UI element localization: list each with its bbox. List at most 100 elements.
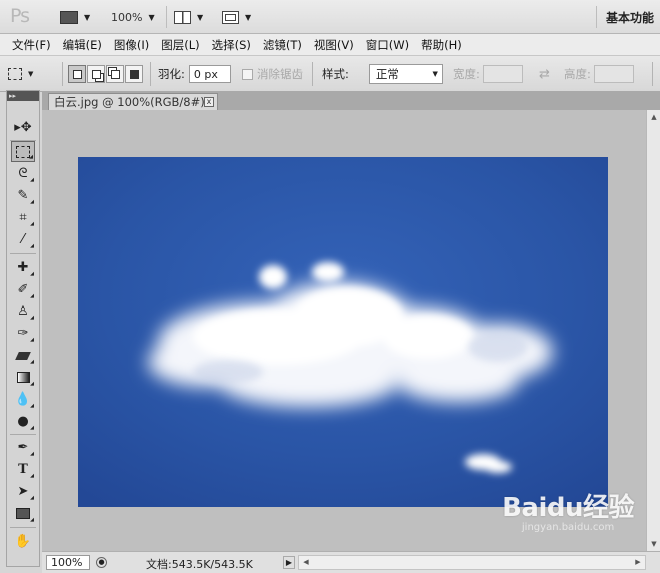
tool-flyout-icon: ◢ bbox=[30, 337, 34, 343]
subtract-selection-icon bbox=[110, 69, 120, 79]
width-input[interactable] bbox=[482, 65, 523, 83]
cloud-image bbox=[78, 157, 608, 507]
horizontal-scrollbar[interactable]: ◀ ▶ bbox=[298, 555, 646, 570]
swap-arrows-icon: ⇄ bbox=[539, 66, 550, 82]
crop-tool[interactable]: ⌗ ◢ bbox=[11, 207, 35, 228]
marquee-tool-icon bbox=[16, 145, 30, 158]
baidu-watermark: Baidu经验 jingyan.baidu.com bbox=[502, 487, 634, 533]
divider bbox=[10, 434, 36, 435]
collapse-panel-icon[interactable]: ▸▸ bbox=[7, 91, 39, 101]
quick-select-icon: ✎ bbox=[17, 188, 29, 203]
clone-stamp-tool[interactable]: ♙ ◢ bbox=[11, 301, 35, 322]
tool-flyout-icon: ◢ bbox=[30, 271, 34, 277]
divider bbox=[10, 253, 36, 254]
menu-window[interactable]: 窗口(W) bbox=[360, 37, 415, 53]
quick-select-tool[interactable]: ✎ ◢ bbox=[11, 185, 35, 206]
menu-edit[interactable]: 编辑(E) bbox=[57, 37, 108, 53]
lasso-icon: ᘓ bbox=[18, 166, 28, 181]
subtract-selection-button[interactable] bbox=[106, 65, 124, 83]
workspace-switcher[interactable]: 基本功能 bbox=[606, 9, 654, 26]
chevron-down-icon: ▼ bbox=[28, 70, 34, 78]
chevron-down-icon: ▼ bbox=[432, 70, 438, 78]
status-info-icon[interactable]: ● bbox=[96, 557, 107, 568]
blur-icon: 💧 bbox=[14, 392, 32, 407]
zoom-level-dropdown[interactable]: 100% ▼ bbox=[111, 8, 155, 26]
cloud-photo bbox=[78, 157, 608, 507]
screen-mode-button[interactable]: ▼ bbox=[222, 8, 251, 26]
brush-tool[interactable]: ✐ ◢ bbox=[11, 279, 35, 300]
add-selection-button[interactable] bbox=[87, 65, 105, 83]
tool-flyout-icon: ◢ bbox=[30, 425, 34, 431]
swap-dimensions-button[interactable]: ⇄ bbox=[539, 56, 550, 92]
feather-input[interactable]: 0 px bbox=[188, 65, 231, 83]
menu-bar: 文件(F) 编辑(E) 图像(I) 图层(L) 选择(S) 滤镜(T) 视图(V… bbox=[0, 34, 660, 56]
menu-help[interactable]: 帮助(H) bbox=[415, 37, 468, 53]
gradient-tool[interactable]: ◢ bbox=[11, 367, 35, 388]
toolbox-panel: ▸▸ ▸✥ ◢ ᘓ ◢ ✎ ◢ ⌗ ◢ ⁄ ◢ ✚ ◢ ✐ ◢ ♙ ◢ ✑ ◢ ◢ ◢ 💧 ◢ ●… bbox=[6, 90, 40, 567]
tool-flyout-icon: ◢ bbox=[30, 199, 34, 205]
scroll-down-icon[interactable]: ▼ bbox=[647, 537, 660, 551]
menu-file[interactable]: 文件(F) bbox=[6, 37, 57, 53]
chevron-down-icon: ▼ bbox=[148, 12, 155, 22]
healing-brush-tool[interactable]: ✚ ◢ bbox=[11, 257, 35, 278]
new-selection-button[interactable] bbox=[68, 65, 86, 83]
antialias-group: 消除锯齿 bbox=[242, 56, 303, 92]
brush-icon: ✐ bbox=[17, 282, 29, 297]
divider bbox=[166, 6, 167, 28]
arrange-documents-button[interactable]: ▼ bbox=[174, 8, 203, 26]
blur-tool[interactable]: 💧 ◢ bbox=[11, 389, 35, 410]
history-brush-tool[interactable]: ✑ ◢ bbox=[11, 323, 35, 344]
scroll-up-icon[interactable]: ▲ bbox=[647, 110, 660, 124]
menu-view[interactable]: 视图(V) bbox=[308, 37, 360, 53]
shape-icon bbox=[16, 508, 30, 519]
close-icon[interactable]: x bbox=[204, 97, 214, 107]
status-menu-arrow-icon[interactable]: ▶ bbox=[283, 556, 295, 569]
menu-filter[interactable]: 滤镜(T) bbox=[257, 37, 308, 53]
hand-tool[interactable]: ✋ bbox=[11, 531, 35, 552]
menu-layer[interactable]: 图层(L) bbox=[155, 37, 205, 53]
mini-bridge-button[interactable]: ▼ bbox=[60, 8, 90, 26]
lasso-tool[interactable]: ᘓ ◢ bbox=[11, 163, 35, 184]
antialias-checkbox[interactable] bbox=[242, 68, 253, 80]
options-bar: ▼ 羽化: 0 px 消除锯齿 样式: 正常 ▼ 宽度: ⇄ 高度: bbox=[0, 56, 660, 92]
scroll-right-icon[interactable]: ▶ bbox=[631, 556, 645, 569]
antialias-label: 消除锯齿 bbox=[257, 67, 303, 81]
move-tool-icon: ▸✥ bbox=[14, 120, 32, 135]
tool-flyout-icon: ◢ bbox=[30, 293, 34, 299]
menu-select[interactable]: 选择(S) bbox=[206, 37, 257, 53]
marquee-preset-icon bbox=[8, 68, 22, 80]
style-select[interactable]: 正常 ▼ bbox=[368, 64, 443, 84]
new-selection-icon bbox=[72, 69, 82, 79]
divider bbox=[652, 62, 653, 86]
status-zoom-field[interactable]: 100% bbox=[46, 555, 90, 570]
chevron-down-icon: ▼ bbox=[84, 12, 91, 22]
document-tab[interactable]: 白云.jpg @ 100%(RGB/8#) x bbox=[48, 93, 218, 110]
dodge-tool[interactable]: ● ◢ bbox=[11, 411, 35, 432]
crop-icon: ⌗ bbox=[19, 210, 27, 225]
marquee-tool[interactable]: ◢ bbox=[11, 141, 35, 162]
tool-flyout-icon: ◢ bbox=[30, 315, 34, 321]
tool-flyout-icon: ◢ bbox=[30, 221, 34, 227]
eraser-tool[interactable]: ◢ bbox=[11, 345, 35, 366]
eyedropper-tool[interactable]: ⁄ ◢ bbox=[11, 229, 35, 250]
tool-flyout-icon: ◢ bbox=[30, 381, 34, 387]
style-value: 正常 bbox=[375, 67, 399, 81]
eyedropper-icon: ⁄ bbox=[21, 232, 25, 247]
scroll-left-icon[interactable]: ◀ bbox=[299, 556, 313, 569]
tool-flyout-icon: ◢ bbox=[30, 403, 34, 409]
intersect-selection-button[interactable] bbox=[125, 65, 143, 83]
path-select-tool[interactable]: ➤ ◢ bbox=[11, 481, 35, 502]
canvas-area[interactable]: Baidu经验 jingyan.baidu.com bbox=[42, 110, 646, 551]
height-input[interactable] bbox=[593, 65, 634, 83]
tool-flyout-icon: ◢ bbox=[29, 154, 33, 160]
menu-image[interactable]: 图像(I) bbox=[108, 37, 155, 53]
intersect-selection-icon bbox=[129, 69, 139, 79]
tool-preset-picker[interactable]: ▼ bbox=[8, 56, 33, 92]
feather-group: 羽化: 0 px bbox=[158, 56, 231, 92]
shape-tool[interactable]: ◢ bbox=[11, 503, 35, 524]
vertical-scrollbar[interactable]: ▲ ▼ bbox=[646, 110, 660, 551]
type-tool[interactable]: T ◢ bbox=[11, 459, 35, 480]
divider bbox=[62, 62, 63, 86]
pen-tool[interactable]: ✒ ◢ bbox=[11, 437, 35, 458]
move-tool[interactable]: ▸✥ bbox=[11, 117, 35, 138]
